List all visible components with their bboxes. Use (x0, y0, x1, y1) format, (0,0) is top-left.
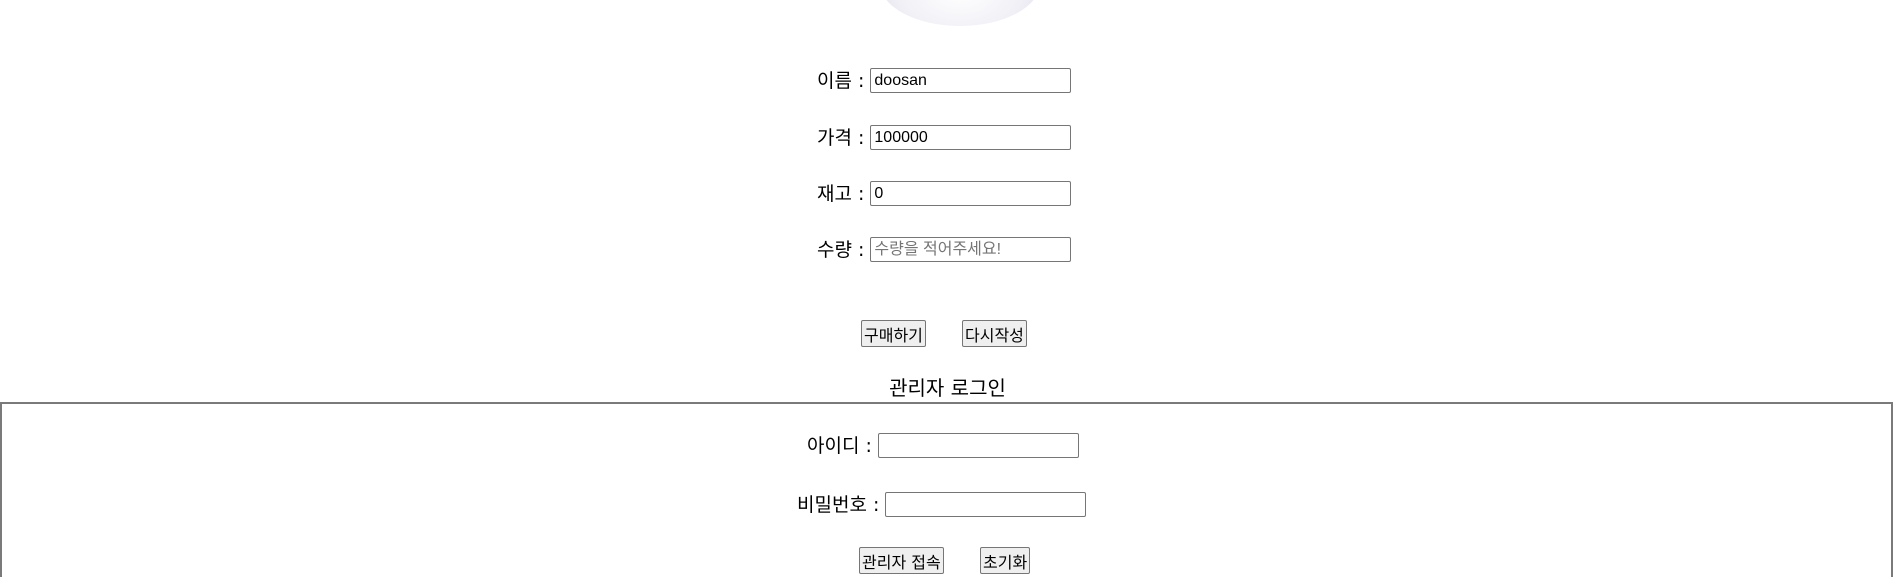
quantity-input[interactable] (870, 237, 1072, 262)
admin-id-label: 아이디 : (807, 434, 872, 457)
admin-password-input[interactable] (885, 492, 1087, 517)
admin-id-input[interactable] (877, 433, 1079, 458)
name-input[interactable] (870, 68, 1072, 93)
price-label: 가격 : (817, 126, 865, 149)
admin-id-row: 아이디 : (807, 433, 1079, 458)
admin-login-button[interactable]: 관리자 접속 (859, 547, 944, 574)
name-label: 이름 : (817, 69, 865, 92)
stock-input[interactable] (870, 181, 1072, 206)
admin-reset-button[interactable]: 초기화 (980, 547, 1031, 574)
page: 이름 : 가격 : 재고 : 수량 : 구매하기 다시작성 관리자 로그인 아이… (0, 0, 1903, 577)
buy-button[interactable]: 구매하기 (861, 320, 926, 347)
admin-login-title: 관리자 로그인 (889, 376, 1006, 400)
name-row: 이름 : (817, 68, 1072, 93)
admin-password-row: 비밀번호 : (797, 492, 1087, 517)
stock-label: 재고 : (817, 182, 865, 205)
stock-row: 재고 : (817, 181, 1072, 206)
admin-login-box (0, 402, 1893, 577)
price-input[interactable] (870, 125, 1072, 150)
rewrite-button[interactable]: 다시작성 (962, 320, 1027, 347)
product-image (880, 0, 1040, 26)
quantity-label: 수량 : (817, 238, 865, 261)
admin-password-label: 비밀번호 : (797, 493, 880, 516)
quantity-row: 수량 : (817, 237, 1072, 262)
price-row: 가격 : (817, 125, 1072, 150)
